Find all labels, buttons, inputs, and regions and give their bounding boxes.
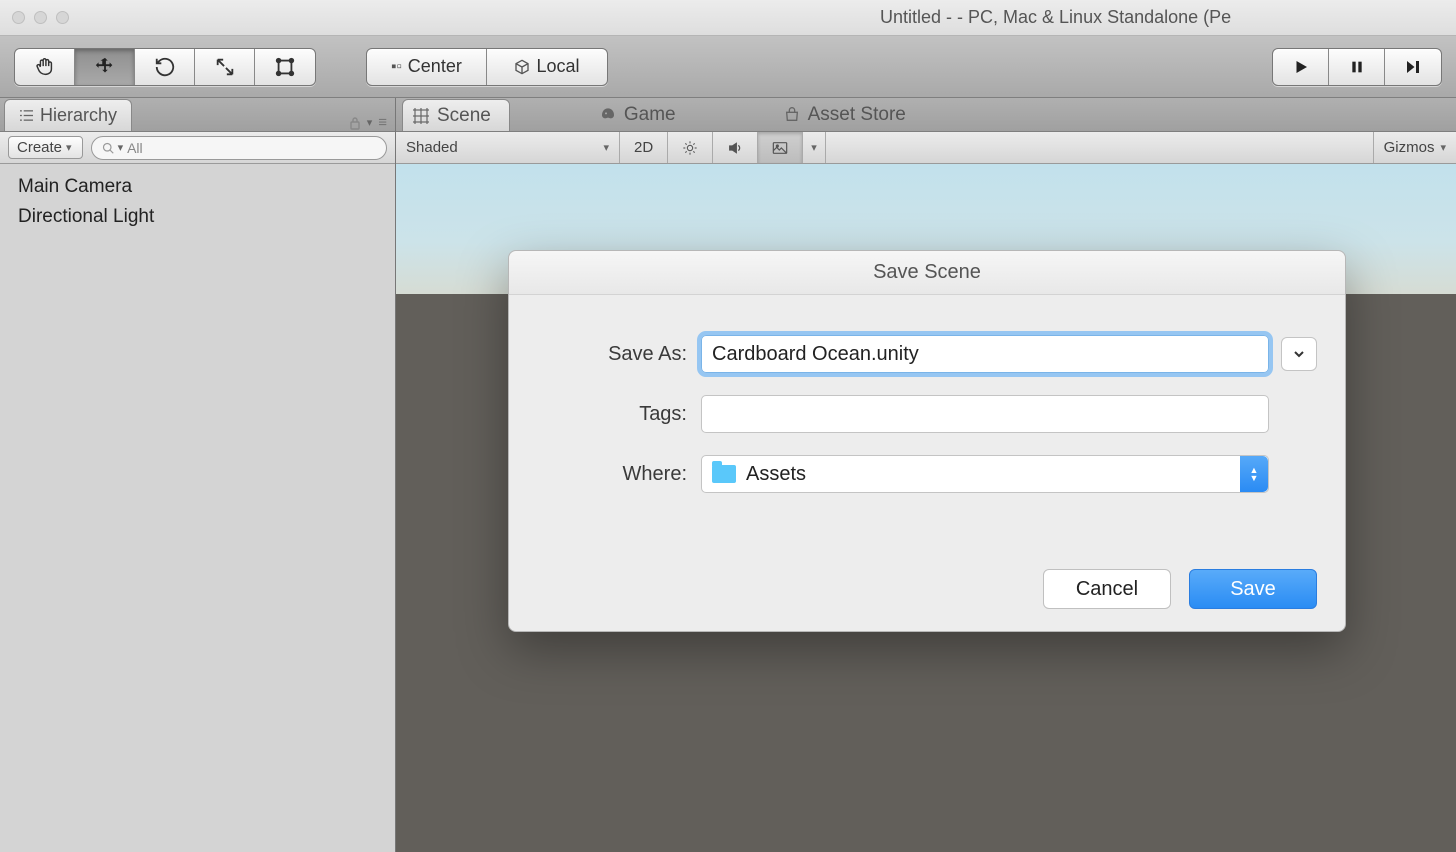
scale-tool[interactable] [195, 49, 255, 85]
center-icon: ▪▫ [391, 58, 402, 75]
lock-icon [349, 116, 361, 130]
minimize-window-icon[interactable] [34, 11, 47, 24]
tab-store-label: Asset Store [808, 104, 906, 126]
window-title: Untitled - - PC, Mac & Linux Standalone … [880, 7, 1231, 28]
close-window-icon[interactable] [12, 11, 25, 24]
tags-row: Tags: [537, 395, 1317, 433]
select-arrows-icon: ▲▼ [1240, 456, 1268, 492]
play-button[interactable] [1273, 49, 1329, 85]
hierarchy-tab[interactable]: Hierarchy [4, 99, 132, 131]
sun-icon [682, 140, 698, 156]
chevron-down-icon [1293, 350, 1305, 358]
list-icon [19, 109, 34, 122]
chevron-down-icon: ▾ [811, 141, 817, 154]
scene-icon [413, 108, 429, 124]
main-toolbar: ▪▫ Center Local [0, 36, 1456, 98]
cancel-button[interactable]: Cancel [1043, 569, 1171, 609]
playback-controls [1272, 48, 1442, 86]
search-placeholder: All [127, 140, 143, 156]
hierarchy-tab-row: Hierarchy ▾ ≡ [0, 98, 395, 132]
save-scene-dialog: Save Scene Save As: Tags: Where: Assets … [508, 250, 1346, 632]
menu-icon: ≡ [378, 114, 387, 131]
tab-scene-label: Scene [437, 105, 491, 127]
window-titlebar: Untitled - - PC, Mac & Linux Standalone … [0, 0, 1456, 36]
game-icon [600, 107, 616, 123]
transform-tools [14, 48, 316, 86]
hierarchy-tab-label: Hierarchy [40, 105, 117, 126]
effects-dropdown[interactable]: ▾ [803, 132, 826, 163]
where-select[interactable]: Assets ▲▼ [701, 455, 1269, 493]
cube-icon [514, 59, 530, 75]
tab-game[interactable]: Game [590, 99, 694, 131]
save-as-input[interactable] [701, 335, 1269, 373]
move-tool[interactable] [75, 49, 135, 85]
handle-button[interactable]: Local [487, 49, 607, 85]
hierarchy-item[interactable]: Directional Light [0, 202, 395, 232]
rotate-tool[interactable] [135, 49, 195, 85]
where-row: Where: Assets ▲▼ [537, 455, 1317, 493]
toggle-2d-label: 2D [634, 139, 653, 156]
step-button[interactable] [1385, 49, 1441, 85]
scene-tab-row: Scene Game Asset Store [396, 98, 1456, 132]
dialog-title: Save Scene [509, 251, 1345, 295]
tab-asset-store[interactable]: Asset Store [774, 99, 924, 131]
tab-game-label: Game [624, 104, 676, 126]
rect-tool[interactable] [255, 49, 315, 85]
save-as-label: Save As: [537, 343, 687, 366]
pivot-handle-group: ▪▫ Center Local [366, 48, 608, 86]
render-mode-dropdown[interactable]: Shaded ▾ [396, 132, 620, 163]
dialog-footer: Cancel Save [509, 569, 1345, 631]
pivot-button[interactable]: ▪▫ Center [367, 49, 487, 85]
hierarchy-item[interactable]: Main Camera [0, 172, 395, 202]
chevron-down-icon: ▾ [603, 141, 609, 154]
hierarchy-search[interactable]: ▾ All [91, 136, 387, 160]
pivot-label: Center [408, 56, 462, 77]
gizmos-label: Gizmos [1384, 139, 1435, 156]
picture-icon [772, 141, 788, 155]
tags-input[interactable] [701, 395, 1269, 433]
where-value: Assets [746, 463, 806, 486]
create-label: Create [17, 139, 62, 156]
scene-toolbar: Shaded ▾ 2D ▾ [396, 132, 1456, 164]
hand-tool[interactable] [15, 49, 75, 85]
pause-button[interactable] [1329, 49, 1385, 85]
effects-toggle[interactable] [758, 132, 803, 163]
folder-icon [712, 465, 736, 483]
save-as-row: Save As: [537, 335, 1317, 373]
render-mode-label: Shaded [406, 139, 458, 156]
chevron-down-icon: ▾ [1440, 141, 1446, 154]
handle-label: Local [536, 56, 579, 77]
tags-label: Tags: [537, 403, 687, 426]
where-label: Where: [537, 463, 687, 486]
search-icon [102, 142, 114, 154]
lighting-toggle[interactable] [668, 132, 713, 163]
dropdown-icon: ▾ [367, 116, 373, 129]
gizmos-dropdown[interactable]: Gizmos ▾ [1373, 132, 1456, 163]
traffic-lights [12, 11, 69, 24]
create-button[interactable]: Create ▾ [8, 136, 83, 159]
chevron-down-icon: ▾ [118, 141, 124, 154]
expand-dialog-button[interactable] [1281, 337, 1317, 371]
tab-scene[interactable]: Scene [402, 99, 510, 131]
store-icon [784, 107, 800, 123]
hierarchy-toolbar: Create ▾ ▾ All [0, 132, 395, 164]
hierarchy-panel: Hierarchy ▾ ≡ Create ▾ ▾ All [0, 98, 396, 852]
save-button[interactable]: Save [1189, 569, 1317, 609]
chevron-down-icon: ▾ [66, 141, 72, 154]
dialog-body: Save As: Tags: Where: Assets ▲▼ [509, 295, 1345, 569]
hierarchy-list: Main Camera Directional Light [0, 164, 395, 852]
toggle-2d[interactable]: 2D [620, 132, 668, 163]
panel-options[interactable]: ▾ ≡ [349, 114, 387, 131]
audio-toggle[interactable] [713, 132, 758, 163]
speaker-icon [727, 140, 743, 156]
zoom-window-icon[interactable] [56, 11, 69, 24]
